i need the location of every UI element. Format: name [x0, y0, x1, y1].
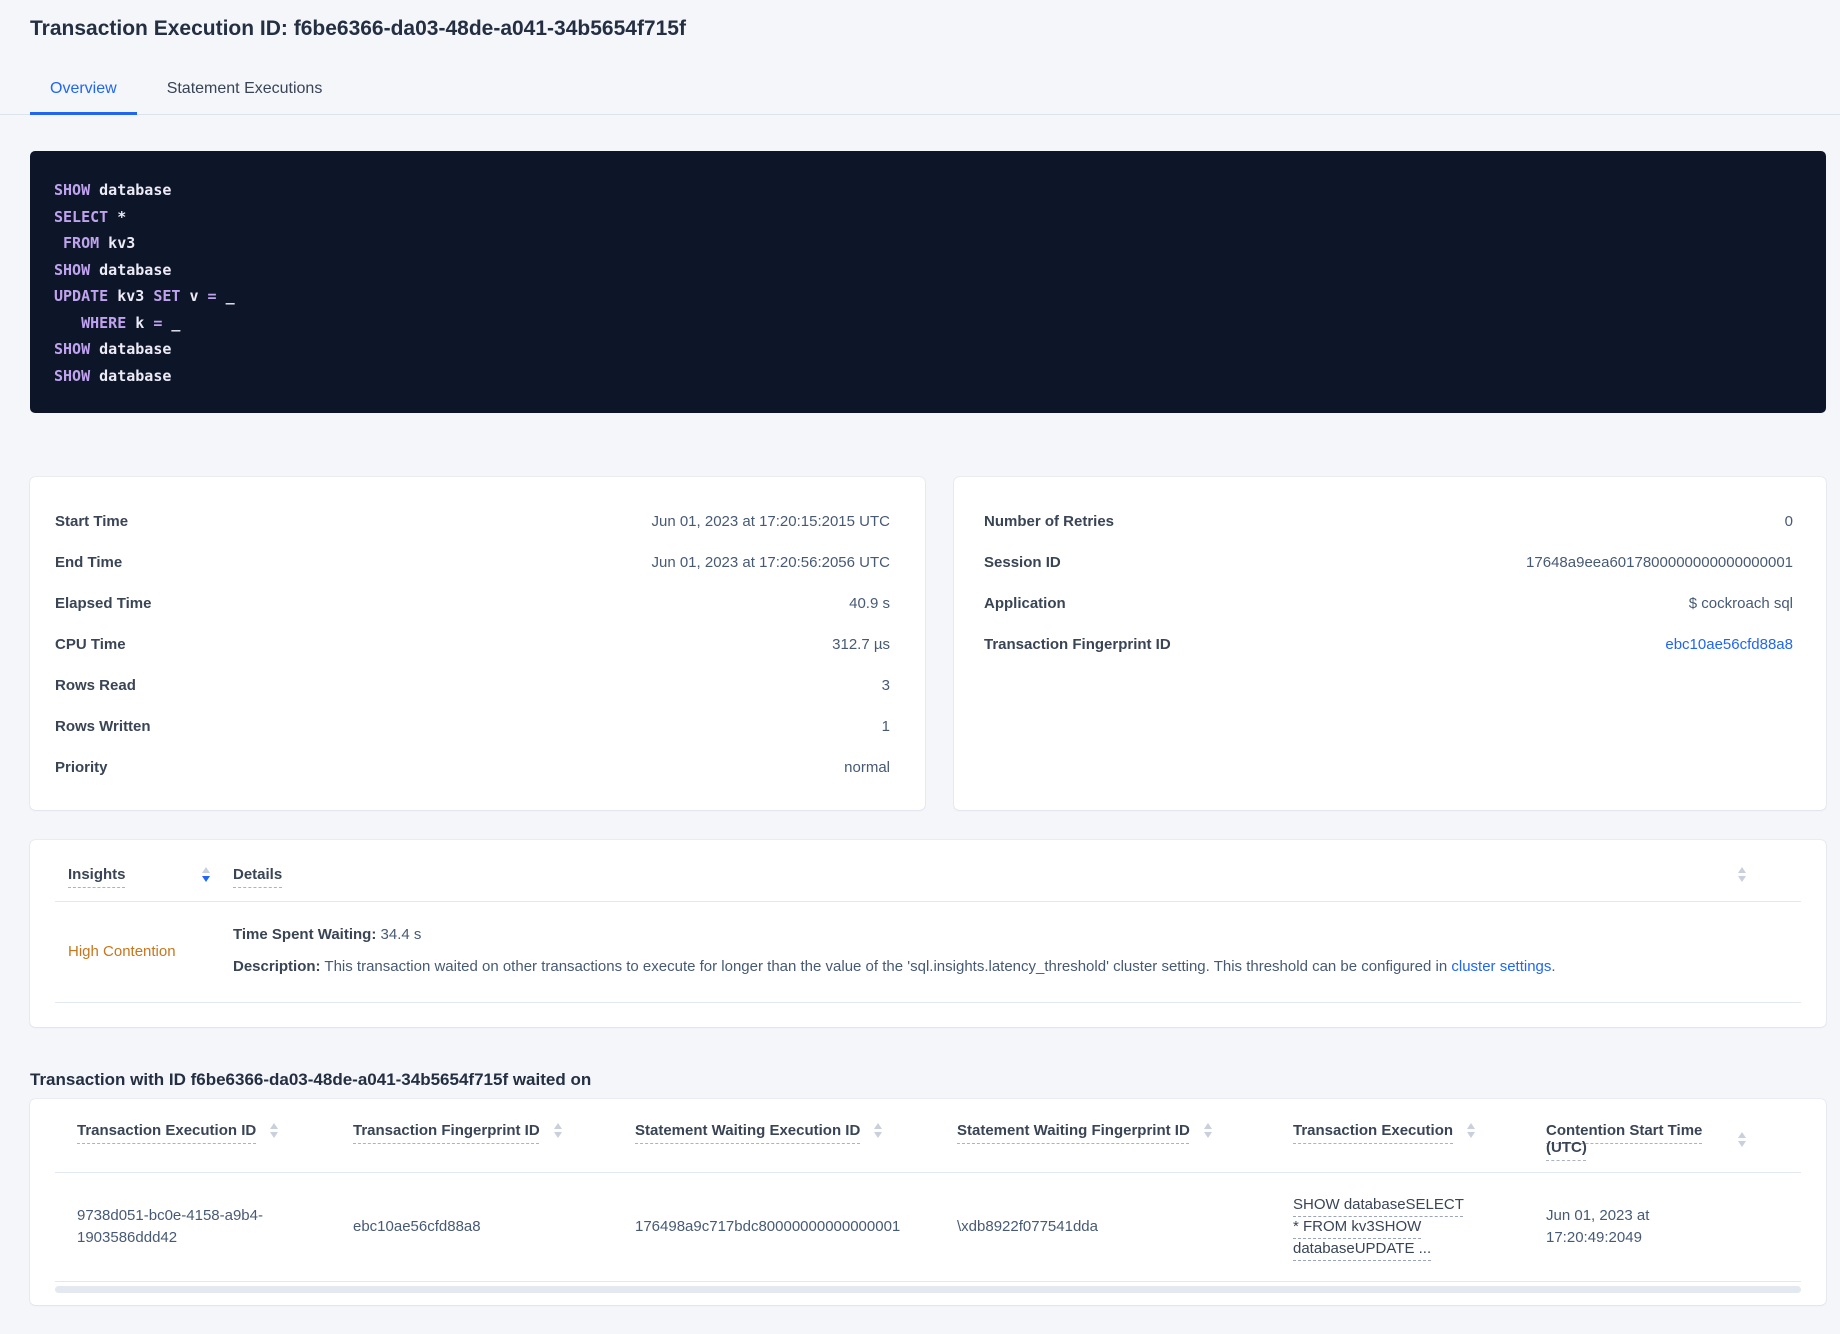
sql-line: SHOW database: [54, 340, 172, 358]
sort-carets-icon[interactable]: [270, 1123, 279, 1138]
column-header-statement-waiting-fingerprint-id: Statement Waiting Fingerprint ID: [935, 1122, 1271, 1139]
summary-row-start-time: Start Time Jun 01, 2023 at 17:20:15:2015 …: [55, 513, 890, 530]
column-header-transaction-execution-id: Transaction Execution ID: [55, 1122, 331, 1139]
waited-on-table-row: 9738d051-bc0e-4158-a9b4-1903586ddd42 ebc…: [55, 1173, 1801, 1282]
summary-row-end-time: End Time Jun 01, 2023 at 17:20:56:2056 UT…: [55, 554, 890, 571]
summary-row-session-id: Session ID 17648a9eea60178000000000000000…: [984, 554, 1793, 571]
insight-badge: High Contention: [68, 942, 176, 960]
cell-statement-waiting-fingerprint-id: \xdb8922f077541dda: [957, 1218, 1098, 1235]
details-sort-header[interactable]: Details: [233, 866, 282, 883]
summary-row-priority: Priority normal: [55, 759, 890, 776]
cell-statement-waiting-execution-id: 176498a9c717bdc80000000000000001: [635, 1218, 901, 1235]
sql-line: FROM kv3: [63, 234, 136, 252]
sort-carets-icon[interactable]: [874, 1123, 883, 1138]
summary-row-retries: Number of Retries 0: [984, 513, 1793, 530]
cell-transaction-execution: SHOW databaseSELECT * FROM kv3SHOW datab…: [1271, 1194, 1524, 1260]
timing-summary-panel: Start Time Jun 01, 2023 at 17:20:15:2015 …: [30, 477, 925, 810]
waited-on-section-title: Transaction with ID f6be6366-da03-48de-a…: [30, 1070, 592, 1089]
sql-line: SELECT *: [54, 207, 127, 226]
time-spent-waiting: Time Spent Waiting: 34.4 s: [233, 926, 422, 943]
sort-carets-icon[interactable]: [1738, 867, 1746, 882]
sql-line: SHOW database: [54, 181, 172, 199]
page-title: Transaction Execution ID: f6be6366-da03-…: [30, 17, 686, 40]
sort-carets-icon[interactable]: [1738, 1131, 1746, 1147]
sql-line: SHOW database: [54, 366, 172, 385]
sql-line: UPDATE kv3 SET v = _: [54, 287, 235, 305]
tab-bar: Overview Statement Executions: [0, 72, 1840, 115]
sort-carets-icon[interactable]: [202, 867, 210, 882]
tab-statement-executions[interactable]: Statement Executions: [147, 72, 343, 115]
summary-row-elapsed-time: Elapsed Time 40.9 s: [55, 595, 890, 612]
summary-row-cpu-time: CPU Time 312.7 µs: [55, 636, 890, 653]
sort-carets-icon[interactable]: [1203, 1123, 1212, 1138]
column-header-contention-start-time: Contention Start Time (UTC): [1524, 1122, 1746, 1156]
summary-row-rows-written: Rows Written 1: [55, 718, 890, 735]
waited-on-table-header: Transaction Execution ID Transaction Fin…: [55, 1099, 1801, 1173]
insight-description: Description: This transaction waited on …: [233, 958, 1556, 975]
column-header-transaction-execution: Transaction Execution: [1271, 1122, 1524, 1139]
insight-details: Time Spent Waiting: 34.4 s Description: …: [233, 924, 1556, 978]
tab-overview[interactable]: Overview: [30, 72, 137, 115]
insights-sort-header[interactable]: Insights: [68, 866, 126, 883]
column-header-statement-waiting-execution-id: Statement Waiting Execution ID: [613, 1122, 935, 1139]
insights-table-header: Insights Details: [55, 840, 1801, 902]
sql-line: SHOW database: [54, 260, 172, 279]
horizontal-scrollbar[interactable]: [55, 1286, 1801, 1293]
sql-line: WHERE k = _: [81, 313, 181, 332]
waited-on-table: Transaction Execution ID Transaction Fin…: [30, 1099, 1826, 1305]
summary-panels: Start Time Jun 01, 2023 at 17:20:15:2015 …: [30, 477, 1840, 810]
cluster-settings-link[interactable]: cluster settings: [1451, 958, 1551, 975]
cell-transaction-fingerprint-id: ebc10ae56cfd88a8: [353, 1218, 481, 1235]
insight-row: High Contention Time Spent Waiting: 34.4…: [55, 902, 1801, 1003]
sort-carets-icon[interactable]: [1467, 1123, 1476, 1138]
transaction-execution-link[interactable]: SHOW databaseSELECT * FROM kv3SHOW datab…: [1293, 1194, 1473, 1260]
cell-transaction-execution-id: 9738d051-bc0e-4158-a9b4-1903586ddd42: [77, 1207, 263, 1246]
insights-table: Insights Details High Contention Time Sp…: [30, 840, 1826, 1027]
transaction-details-page: Transaction Execution ID: f6be6366-da03-…: [0, 16, 1840, 1305]
summary-row-transaction-fingerprint: Transaction Fingerprint ID ebc10ae56cfd88…: [984, 636, 1793, 653]
summary-row-rows-read: Rows Read 3: [55, 677, 890, 694]
session-summary-panel: Number of Retries 0 Session ID 17648a9eea6…: [954, 477, 1826, 810]
sort-carets-icon[interactable]: [553, 1123, 562, 1138]
cell-contention-start-time: Jun 01, 2023 at 17:20:49:2049: [1546, 1207, 1650, 1246]
transaction-fingerprint-link[interactable]: ebc10ae56cfd88a8: [1665, 636, 1793, 653]
column-header-transaction-fingerprint-id: Transaction Fingerprint ID: [331, 1122, 613, 1139]
summary-row-application: Application $ cockroach sql: [984, 595, 1793, 612]
sql-statements-box: SHOW database SELECT * FROM kv3 SHOW dat…: [30, 151, 1826, 413]
insights-column-header: Insights: [68, 866, 210, 883]
